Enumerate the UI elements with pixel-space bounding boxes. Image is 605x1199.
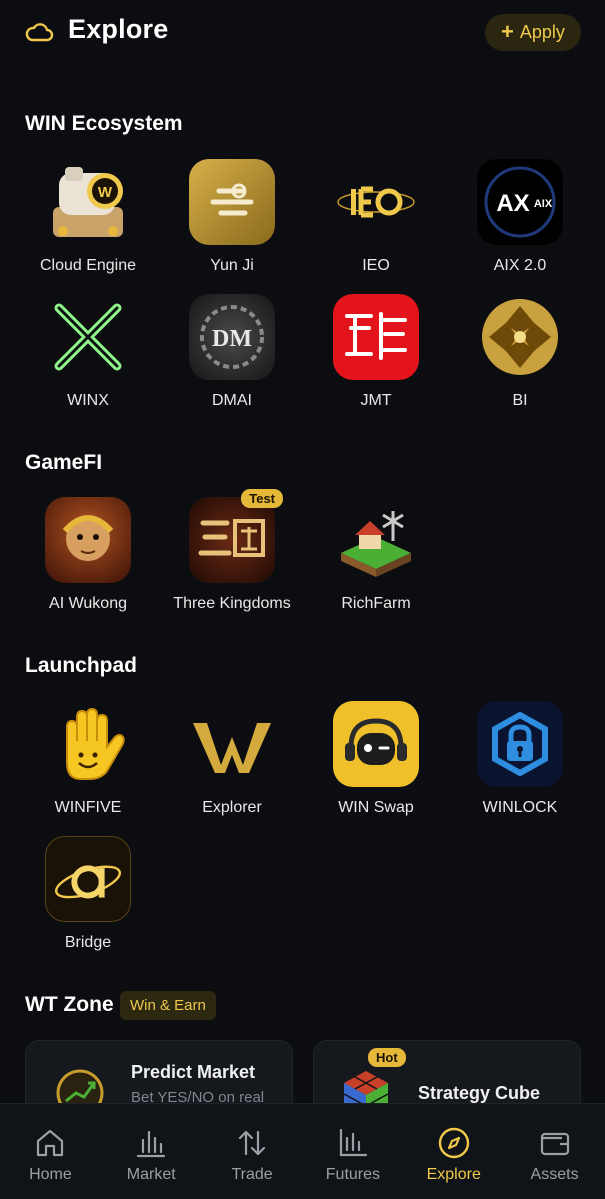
app-richfarm[interactable]: RichFarm: [304, 497, 448, 632]
page-title: Explore: [68, 14, 169, 44]
ecosystem-grid: W Cloud Engine Yun Ji IEO AX AIX AIX 2.0…: [16, 159, 592, 429]
nav-label: Trade: [231, 1166, 273, 1183]
app-label: BI: [512, 392, 528, 409]
nav-home[interactable]: Home: [0, 1104, 101, 1199]
app-label: WINLOCK: [482, 799, 558, 816]
winfive-icon: [45, 701, 131, 787]
wukong-icon: [45, 497, 131, 583]
section-title-win-ecosystem: WIN Ecosystem: [25, 112, 183, 135]
three-kingdoms-icon: Test: [189, 489, 283, 583]
nav-explore[interactable]: Explore: [403, 1104, 504, 1199]
trade-icon: [238, 1130, 266, 1156]
nav-label: Explore: [426, 1166, 481, 1183]
card-title: Strategy Cube: [418, 1083, 541, 1103]
nav-label: Market: [126, 1166, 176, 1183]
app-ieo[interactable]: IEO: [304, 159, 448, 294]
plus-icon: +: [501, 18, 514, 44]
winlock-icon: [477, 701, 563, 787]
home-icon: [37, 1129, 64, 1157]
assets-icon: [540, 1132, 569, 1156]
section-title-wt-zone: WT Zone: [25, 993, 114, 1016]
nav-futures[interactable]: Futures: [302, 1104, 403, 1199]
app-label: Yun Ji: [210, 257, 254, 274]
nav-label: Futures: [325, 1166, 381, 1183]
app-explorer[interactable]: Explorer: [160, 701, 304, 836]
app-jmt[interactable]: JMT: [304, 294, 448, 429]
hot-badge: Hot: [368, 1048, 406, 1067]
section-title-gamefi: GameFI: [25, 451, 103, 474]
app-winx[interactable]: WINX: [16, 294, 160, 429]
app-label: Cloud Engine: [39, 257, 137, 274]
explorer-icon: [189, 701, 275, 787]
card-title: Predict Market: [131, 1062, 256, 1082]
win-earn-tag: Win & Earn: [120, 991, 216, 1020]
test-badge: Test: [241, 489, 283, 508]
aix-icon: AX AIX: [477, 159, 563, 245]
app-aix[interactable]: AX AIX AIX 2.0: [448, 159, 592, 294]
app-winlock[interactable]: WINLOCK: [448, 701, 592, 836]
app-label: RichFarm: [341, 595, 411, 612]
app-label: DMAI: [212, 392, 252, 409]
header: Explore + Apply: [0, 0, 605, 64]
svg-text:DM: DM: [212, 326, 252, 352]
nav-label: Assets: [530, 1166, 579, 1183]
nav-assets[interactable]: Assets: [504, 1104, 605, 1199]
app-label: Explorer: [202, 799, 262, 816]
apply-label: Apply: [519, 22, 565, 42]
app-winfive[interactable]: WINFIVE: [16, 701, 160, 836]
nav-label: Home: [29, 1166, 72, 1183]
app-three-kingdoms[interactable]: Test Three Kingdoms: [160, 489, 304, 632]
app-label: Three Kingdoms: [173, 595, 291, 612]
apply-button[interactable]: + Apply: [485, 14, 581, 51]
richfarm-icon: [333, 497, 419, 583]
bi-icon: [477, 294, 563, 380]
app-label: WINFIVE: [54, 799, 122, 816]
bridge-icon: [45, 836, 131, 922]
app-label: WINX: [67, 392, 109, 409]
win-swap-icon: [333, 701, 419, 787]
section-title-launchpad: Launchpad: [25, 654, 138, 677]
cloud-engine-icon: W: [45, 159, 131, 245]
app-bi[interactable]: BI: [448, 294, 592, 429]
dmai-icon: DM: [189, 294, 275, 380]
futures-icon: [339, 1128, 367, 1157]
jmt-icon: [333, 294, 419, 380]
winx-icon: [45, 294, 131, 380]
ieo-icon: [333, 159, 419, 245]
app-win-swap[interactable]: WIN Swap: [304, 701, 448, 836]
bottom-nav: Home Market Trade Futures Explore Assets: [0, 1103, 605, 1199]
nav-market[interactable]: Market: [101, 1104, 202, 1199]
svg-text:AIX: AIX: [534, 198, 553, 210]
explore-icon: [438, 1127, 469, 1159]
svg-text:W: W: [98, 184, 113, 201]
yun-ji-icon: [189, 159, 275, 245]
app-ai-wukong[interactable]: AI Wukong: [16, 497, 160, 632]
app-label: JMT: [360, 392, 392, 409]
app-label: AI Wukong: [49, 595, 127, 612]
launchpad-grid: WINFIVE Explorer WIN Swap WINLOCK Bridge: [16, 701, 592, 971]
app-bridge[interactable]: Bridge: [16, 836, 160, 971]
svg-text:AX: AX: [496, 190, 529, 217]
app-label: AIX 2.0: [493, 257, 547, 274]
app-yun-ji[interactable]: Yun Ji: [160, 159, 304, 294]
market-icon: [137, 1130, 166, 1158]
app-cloud-engine[interactable]: W Cloud Engine: [16, 159, 160, 294]
app-label: WIN Swap: [338, 799, 414, 816]
cloud-icon: [25, 23, 54, 42]
app-label: IEO: [362, 257, 390, 274]
app-dmai[interactable]: DM DMAI: [160, 294, 304, 429]
gamefi-grid: AI Wukong Test Three Kingdoms RichFarm: [16, 489, 592, 632]
nav-trade[interactable]: Trade: [202, 1104, 303, 1199]
app-label: Bridge: [64, 934, 112, 951]
